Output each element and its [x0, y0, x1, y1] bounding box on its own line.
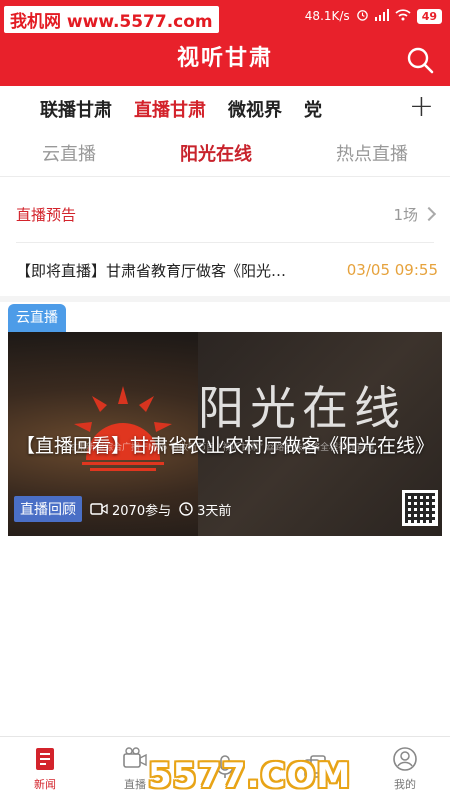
live-preview-header[interactable]: 直播预告 1场 — [16, 196, 437, 232]
section-gap — [0, 296, 450, 302]
nav-news-label: 新闻 — [34, 777, 56, 791]
divider — [0, 176, 450, 177]
live-preview-count: 1场 — [393, 204, 437, 225]
card-thumbnail: 阳光在线 甘肃新闻综合广播 FM96 可收听节目 “视听甘肃” 丝路明珠网络全程… — [8, 332, 442, 536]
nav-mine[interactable]: 我的 — [360, 737, 450, 800]
card-meta: 直播回顾 2070参与 3天前 — [14, 496, 231, 522]
brand-text: 阳光在线 — [198, 381, 406, 435]
user-icon — [393, 746, 417, 771]
chevron-right-icon — [421, 206, 437, 222]
live-replay-card[interactable]: 云直播 阳光在线 甘肃新闻综合广播 FM96 可收听节目 “视听甘肃” 丝路明珠… — [8, 304, 442, 536]
battery-indicator: 49 — [416, 8, 442, 24]
sub-tab-bar: 云直播 阳光在线 热点直播 — [0, 134, 450, 172]
tab-micro-vision[interactable]: 微视界 — [228, 96, 282, 122]
page-title: 视听甘肃 — [176, 45, 273, 71]
participants-meta: 2070参与 — [90, 500, 171, 519]
wifi-icon — [395, 8, 411, 24]
site-watermark-bottom: 5577.COM — [148, 756, 352, 796]
time-ago: 3天前 — [197, 503, 232, 519]
alarm-icon — [356, 8, 369, 24]
upcoming-live-time: 03/05 09:55 — [346, 261, 438, 279]
preview-count-text: 1场 — [393, 205, 418, 224]
network-speed: 48.1K/s — [304, 9, 350, 23]
nav-news[interactable]: 新闻 — [0, 737, 90, 800]
tab-party[interactable]: 党 — [304, 96, 322, 122]
subtab-hot-live[interactable]: 热点直播 — [336, 140, 408, 166]
add-category-button[interactable]: + — [409, 90, 434, 124]
card-title: 【直播回看】甘肃省农业农村厅做客《阳光在线》 — [16, 435, 435, 457]
nav-live-label: 直播 — [124, 777, 146, 791]
live-preview-title: 直播预告 — [16, 205, 77, 224]
subtab-cloud-live[interactable]: 云直播 — [42, 140, 96, 166]
upcoming-live-item[interactable]: 【即将直播】甘肃省教育厅做客《阳光… 03/05 09:55 — [16, 256, 438, 284]
tab-fade — [362, 88, 402, 130]
divider — [16, 242, 434, 243]
app-header: 我机网 www.5577.com 48.1K/s 49 视听甘肃 — [0, 0, 450, 86]
participants-count: 2070参与 — [112, 503, 172, 519]
nav-mine-label: 我的 — [394, 777, 416, 791]
time-meta: 3天前 — [179, 500, 231, 519]
site-watermark: 我机网 www.5577.com — [4, 6, 219, 33]
upcoming-live-title: 【即将直播】甘肃省教育厅做客《阳光… — [16, 261, 287, 280]
replay-tag: 直播回顾 — [14, 496, 82, 522]
signal-icon — [374, 8, 389, 24]
search-button[interactable] — [404, 44, 436, 76]
tab-live-gansu[interactable]: 直播甘肃 — [134, 96, 206, 122]
video-camera-icon — [90, 503, 108, 515]
card-category-badge: 云直播 — [8, 304, 66, 332]
qr-code-icon — [402, 490, 438, 526]
tab-lianbo-gansu[interactable]: 联播甘肃 — [40, 96, 112, 122]
news-icon — [36, 747, 54, 770]
video-camera-icon — [123, 746, 147, 768]
search-icon — [407, 47, 434, 74]
subtab-sunshine-online[interactable]: 阳光在线 — [180, 140, 252, 166]
status-bar: 48.1K/s 49 — [305, 8, 442, 24]
category-tab-bar: 联播甘肃 直播甘肃 微视界 党 + — [0, 88, 450, 130]
clock-icon — [179, 502, 193, 516]
